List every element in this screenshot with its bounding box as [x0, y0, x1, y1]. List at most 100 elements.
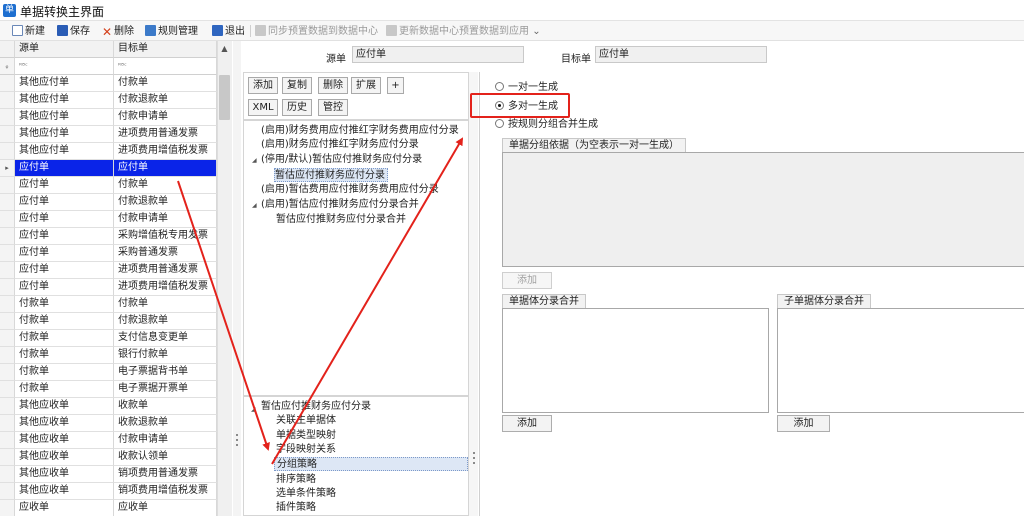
cell-source[interactable]: 其他应收单	[15, 432, 114, 449]
rule-item-selected[interactable]: 暂估应付推财务应付分录	[274, 168, 388, 182]
cell-source[interactable]: 其他应付单	[15, 92, 114, 109]
filter-source[interactable]: ᴿᴮᶜ	[15, 58, 114, 75]
cell-target[interactable]: 银行付款单	[114, 347, 217, 364]
row-indicator[interactable]	[0, 415, 15, 432]
expand-triangle-icon[interactable]: ◢	[252, 157, 257, 164]
table-row[interactable]: 应付单 采购增值税专用发票	[0, 228, 217, 245]
control-button[interactable]: 管控	[318, 99, 348, 116]
cell-target[interactable]: 进项费用增值税发票	[114, 279, 217, 296]
cell-source[interactable]: 付款单	[15, 313, 114, 330]
table-row[interactable]: 付款单 银行付款单	[0, 347, 217, 364]
row-indicator[interactable]	[0, 483, 15, 500]
cell-target[interactable]: 电子票据开票单	[114, 381, 217, 398]
cell-source[interactable]: 应付单	[15, 279, 114, 296]
delete-button[interactable]: ✕ 删除	[102, 24, 134, 39]
table-row[interactable]: 应付单 付款申请单	[0, 211, 217, 228]
rule-item[interactable]: (启用)暂估应付推财务应付分录合并	[261, 198, 419, 212]
expand-triangle-icon[interactable]: ◢	[251, 406, 256, 413]
table-row[interactable]: 付款单 电子票据开票单	[0, 381, 217, 398]
cell-target[interactable]: 应收单	[114, 500, 217, 516]
row-indicator[interactable]	[0, 75, 15, 92]
exit-button[interactable]: 退出	[212, 24, 245, 39]
new-button[interactable]: 新建	[12, 24, 45, 39]
cell-source[interactable]: 其他应付单	[15, 126, 114, 143]
table-row[interactable]: 付款单 付款退款单	[0, 313, 217, 330]
table-row[interactable]: 应付单 付款退款单	[0, 194, 217, 211]
cell-source[interactable]: 付款单	[15, 330, 114, 347]
history-button[interactable]: 历史	[282, 99, 312, 116]
col-header-target[interactable]: 目标单	[114, 41, 217, 58]
cell-source[interactable]: 其他应收单	[15, 466, 114, 483]
cell-source[interactable]: 其他应付单	[15, 109, 114, 126]
plus-button[interactable]: +	[387, 77, 404, 94]
config-item-selected[interactable]: 分组策略	[274, 457, 468, 471]
rule-item[interactable]: (启用)财务应付推红字财务应付分录	[261, 138, 419, 152]
row-indicator[interactable]	[0, 330, 15, 347]
row-indicator[interactable]	[0, 109, 15, 126]
table-row[interactable]: 其他应付单 付款退款单	[0, 92, 217, 109]
cell-target[interactable]: 电子票据背书单	[114, 364, 217, 381]
row-indicator[interactable]	[0, 92, 15, 109]
rule-item[interactable]: (停用/默认)暂估应付推财务应付分录	[261, 153, 422, 167]
group-basis-list[interactable]	[502, 152, 1024, 267]
row-indicator[interactable]	[0, 143, 15, 160]
row-indicator[interactable]	[0, 194, 15, 211]
table-row[interactable]: 其他应收单 销项费用普通发票	[0, 466, 217, 483]
rule-item[interactable]: (启用)财务费用应付推红字财务费用应付分录	[261, 124, 459, 138]
cell-source[interactable]: 付款单	[15, 347, 114, 364]
table-row[interactable]: 应付单 付款单	[0, 177, 217, 194]
cell-source[interactable]: 应付单	[15, 245, 114, 262]
update-center-button[interactable]: 更新数据中心预置数据到应用 ⌄	[386, 24, 541, 39]
vertical-splitter[interactable]	[233, 41, 241, 516]
row-indicator[interactable]	[0, 398, 15, 415]
sub-entry-merge-add-button[interactable]: 添加	[777, 415, 830, 432]
table-row[interactable]: 其他应收单 销项费用增值税发票	[0, 483, 217, 500]
table-row[interactable]: 其他应付单 进项费用增值税发票	[0, 143, 217, 160]
config-item[interactable]: 插件策略	[276, 501, 316, 515]
row-indicator[interactable]	[0, 296, 15, 313]
table-row[interactable]: 付款单 支付信息变更单	[0, 330, 217, 347]
cell-target[interactable]: 付款退款单	[114, 313, 217, 330]
cell-source[interactable]: 付款单	[15, 296, 114, 313]
cell-source[interactable]: 其他应收单	[15, 483, 114, 500]
config-item[interactable]: 选单条件策略	[276, 487, 336, 501]
row-indicator[interactable]	[0, 279, 15, 296]
table-row-selected[interactable]: ▸ 应付单 应付单	[0, 160, 217, 177]
config-item[interactable]: 单据类型映射	[276, 429, 336, 443]
row-indicator[interactable]	[0, 432, 15, 449]
row-indicator[interactable]	[0, 466, 15, 483]
row-indicator[interactable]	[0, 228, 15, 245]
copy-rule-button[interactable]: 复制	[282, 77, 312, 94]
table-row[interactable]: 付款单 付款单	[0, 296, 217, 313]
cell-target[interactable]: 收款单	[114, 398, 217, 415]
expand-triangle-icon[interactable]: ◢	[252, 202, 257, 209]
scroll-thumb[interactable]	[219, 75, 230, 120]
table-row[interactable]: 其他应收单 付款申请单	[0, 432, 217, 449]
cell-source[interactable]: 应付单	[15, 228, 114, 245]
table-row[interactable]: 应付单 采购普通发票	[0, 245, 217, 262]
filter-target[interactable]: ᴿᴮᶜ	[114, 58, 217, 75]
table-row[interactable]: 应付单 进项费用普通发票	[0, 262, 217, 279]
xml-button[interactable]: XML	[248, 99, 278, 116]
entry-merge-list[interactable]	[502, 308, 769, 413]
cell-target[interactable]: 进项费用增值税发票	[114, 143, 217, 160]
row-indicator[interactable]	[0, 313, 15, 330]
sync-preset-button[interactable]: 同步预置数据到数据中心	[255, 24, 378, 39]
row-indicator[interactable]	[0, 364, 15, 381]
cell-target[interactable]: 采购普通发票	[114, 245, 217, 262]
group-basis-add-button[interactable]: 添加	[502, 272, 552, 289]
config-item[interactable]: 字段映射关系	[276, 443, 336, 457]
row-indicator[interactable]	[0, 126, 15, 143]
table-row[interactable]: 应收单 应收单	[0, 500, 217, 516]
extend-rule-button[interactable]: 扩展	[351, 77, 381, 94]
cell-source[interactable]: 其他应收单	[15, 415, 114, 432]
table-row[interactable]: 其他应收单 收款单	[0, 398, 217, 415]
cell-target[interactable]: 进项费用普通发票	[114, 262, 217, 279]
row-indicator[interactable]	[0, 449, 15, 466]
cell-source[interactable]: 应付单	[15, 177, 114, 194]
cell-source[interactable]: 其他应付单	[15, 143, 114, 160]
cell-target[interactable]: 付款申请单	[114, 211, 217, 228]
table-row[interactable]: 付款单 电子票据背书单	[0, 364, 217, 381]
row-indicator[interactable]	[0, 245, 15, 262]
rule-manage-button[interactable]: 规则管理	[145, 24, 198, 39]
